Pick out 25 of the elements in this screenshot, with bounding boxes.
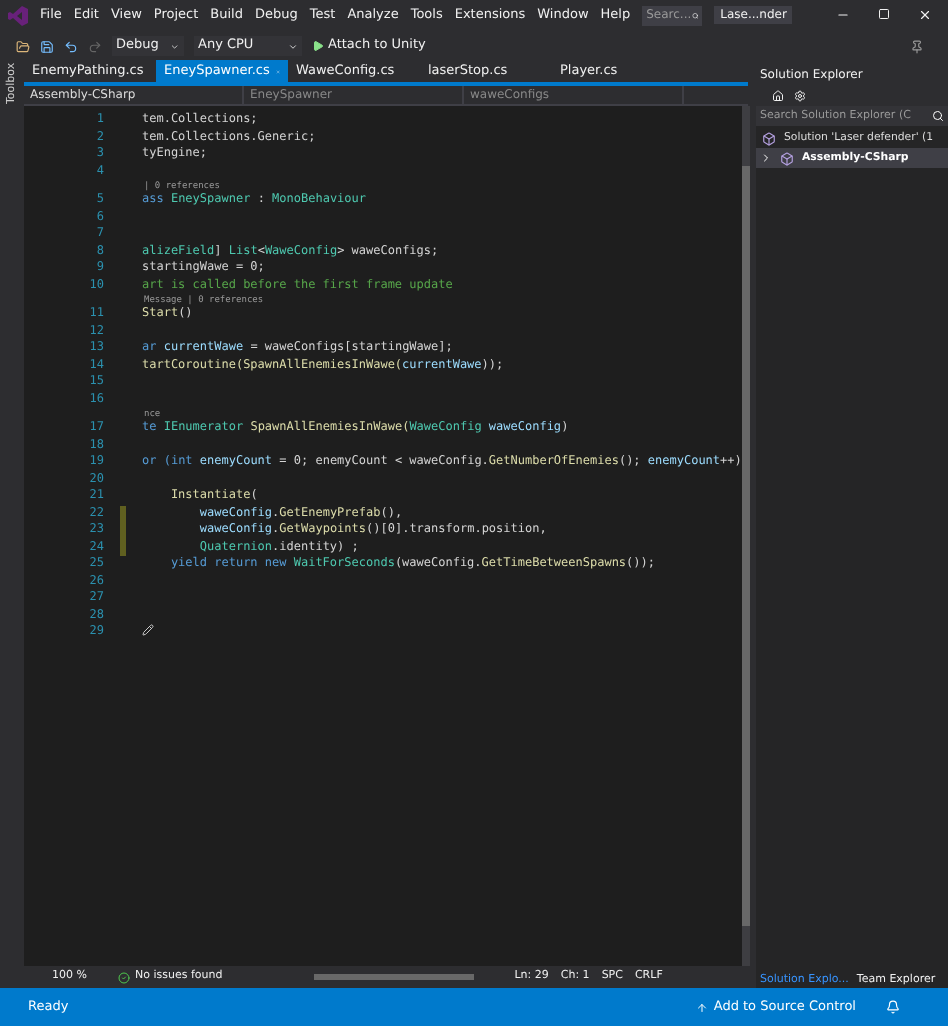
pin-icon[interactable] <box>910 39 924 53</box>
play-icon <box>312 40 324 52</box>
save-icon[interactable] <box>40 39 54 53</box>
app-logo-icon <box>8 5 28 25</box>
home-icon[interactable] <box>772 90 784 102</box>
search-icon <box>932 110 944 122</box>
expander-icon[interactable] <box>760 152 772 164</box>
settings-icon[interactable] <box>794 90 806 102</box>
scrollbar[interactable] <box>741 106 750 966</box>
search-icon <box>691 9 699 21</box>
minimize-icon[interactable] <box>836 8 850 22</box>
folder-icon[interactable] <box>16 39 30 53</box>
maximize-icon[interactable] <box>878 8 890 20</box>
project-icon <box>780 151 794 165</box>
caret-icon <box>288 41 298 51</box>
pencil-icon <box>142 624 154 636</box>
undo-icon[interactable] <box>64 39 78 53</box>
close-icon[interactable] <box>918 8 932 22</box>
check-icon <box>118 971 131 983</box>
arrow-up-icon <box>695 1001 708 1013</box>
redo-icon[interactable] <box>88 39 102 53</box>
project-icon <box>762 131 776 145</box>
bell-icon[interactable] <box>886 1000 900 1014</box>
horizontal-scrollbar[interactable] <box>314 974 475 980</box>
caret-icon <box>170 41 180 51</box>
